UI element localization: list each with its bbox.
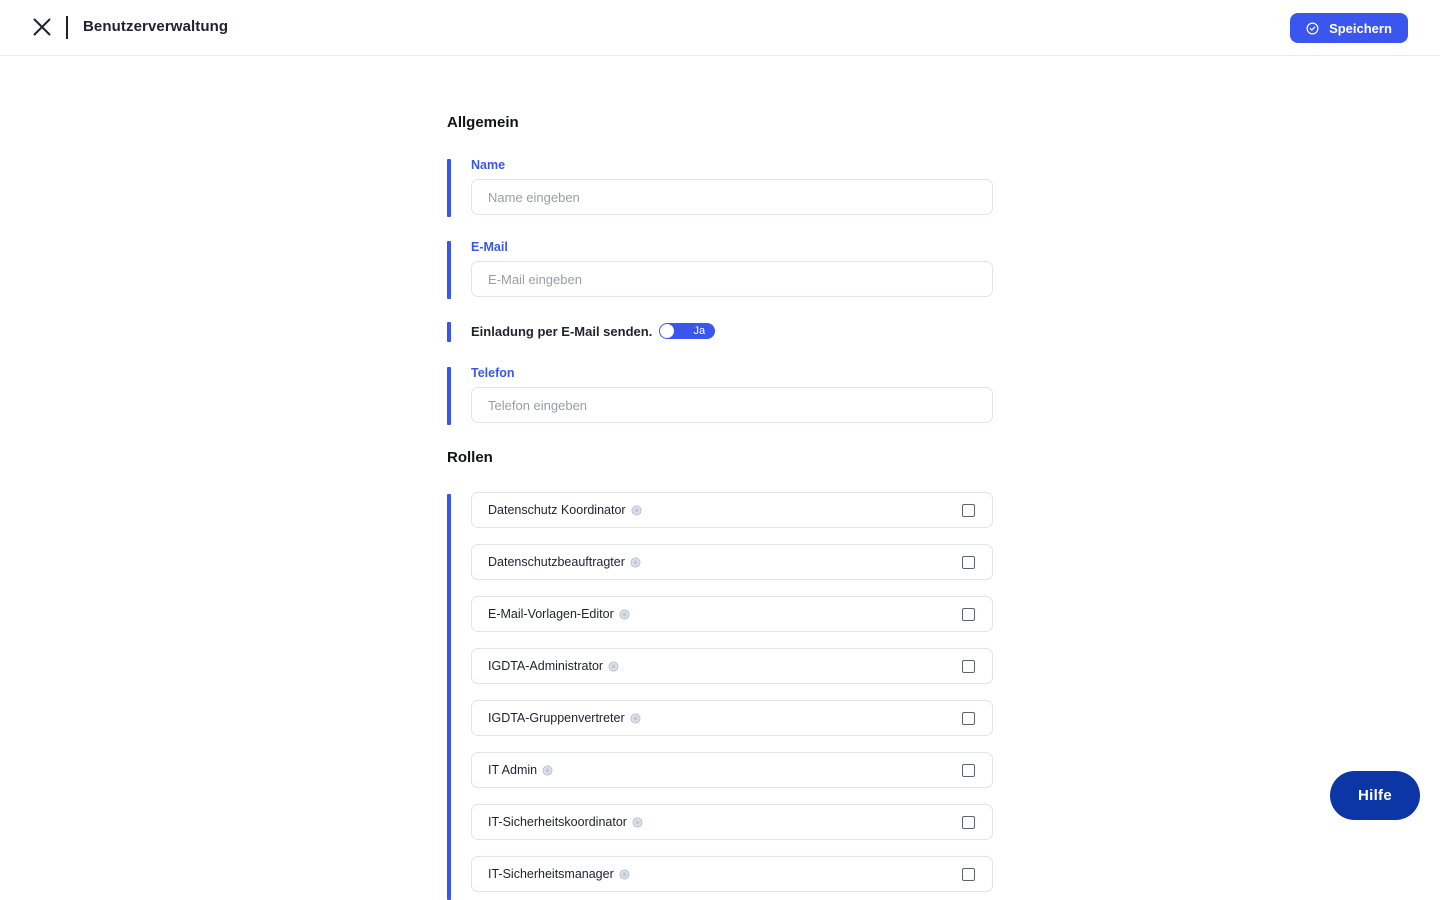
header-divider	[66, 16, 68, 39]
phone-label: Telefon	[471, 366, 515, 380]
role-checkbox[interactable]	[962, 764, 975, 777]
role-item[interactable]: IT-Sicherheitsmanager	[471, 856, 993, 892]
role-item[interactable]: IGDTA-Gruppenvertreter	[471, 700, 993, 736]
save-button-label: Speichern	[1329, 20, 1392, 36]
save-button[interactable]: Speichern	[1290, 13, 1408, 43]
role-item[interactable]: Datenschutz Koordinator	[471, 492, 993, 528]
info-icon[interactable]	[630, 557, 641, 568]
role-checkbox[interactable]	[962, 712, 975, 725]
info-icon[interactable]	[631, 505, 642, 516]
role-name: IT-Sicherheitsmanager	[488, 867, 614, 881]
name-input[interactable]	[471, 179, 993, 215]
info-icon[interactable]	[608, 661, 619, 672]
role-name: E-Mail-Vorlagen-Editor	[488, 607, 614, 621]
section-title-roles: Rollen	[447, 449, 493, 466]
email-label: E-Mail	[471, 240, 508, 254]
role-item[interactable]: IT Admin	[471, 752, 993, 788]
role-name: IGDTA-Administrator	[488, 659, 604, 673]
section-title-general: Allgemein	[447, 114, 519, 131]
role-checkbox[interactable]	[962, 660, 975, 673]
role-checkbox[interactable]	[962, 868, 975, 881]
phone-input[interactable]	[471, 387, 993, 423]
roles-accent-bar	[447, 494, 451, 900]
invite-label: Einladung per E-Mail senden.	[471, 323, 653, 339]
field-accent-bar	[447, 159, 451, 217]
field-accent-bar	[447, 322, 451, 342]
role-item[interactable]: E-Mail-Vorlagen-Editor	[471, 596, 993, 632]
info-icon[interactable]	[542, 765, 553, 776]
role-checkbox[interactable]	[962, 504, 975, 517]
help-button[interactable]: Hilfe	[1330, 771, 1420, 820]
role-name: Datenschutz Koordinator	[488, 503, 626, 517]
toggle-text: Ja	[693, 325, 706, 337]
close-button[interactable]	[28, 13, 56, 41]
toggle-knob	[660, 324, 675, 338]
role-name: IGDTA-Gruppenvertreter	[488, 711, 625, 725]
field-accent-bar	[447, 367, 451, 425]
info-icon[interactable]	[632, 817, 643, 828]
role-item[interactable]: IT-Sicherheitskoordinator	[471, 804, 993, 840]
role-checkbox[interactable]	[962, 608, 975, 621]
field-accent-bar	[447, 241, 451, 299]
top-bar: Benutzerverwaltung Speichern	[0, 0, 1440, 56]
info-icon[interactable]	[619, 869, 630, 880]
info-icon[interactable]	[619, 609, 630, 620]
page-title: Benutzerverwaltung	[83, 18, 229, 35]
name-label: Name	[471, 158, 506, 172]
email-input[interactable]	[471, 261, 993, 297]
role-name: IT Admin	[488, 763, 538, 777]
role-item[interactable]: IGDTA-Administrator	[471, 648, 993, 684]
role-item[interactable]: Datenschutzbeauftragter	[471, 544, 993, 580]
info-icon[interactable]	[630, 713, 641, 724]
check-circle-icon	[1306, 22, 1319, 35]
role-name: IT-Sicherheitskoordinator	[488, 815, 627, 829]
role-name: Datenschutzbeauftragter	[488, 555, 625, 569]
invite-row: Einladung per E-Mail senden. Ja	[471, 321, 716, 341]
role-checkbox[interactable]	[962, 816, 975, 829]
role-checkbox[interactable]	[962, 556, 975, 569]
invite-toggle[interactable]: Ja	[659, 323, 716, 339]
close-icon	[33, 18, 51, 36]
